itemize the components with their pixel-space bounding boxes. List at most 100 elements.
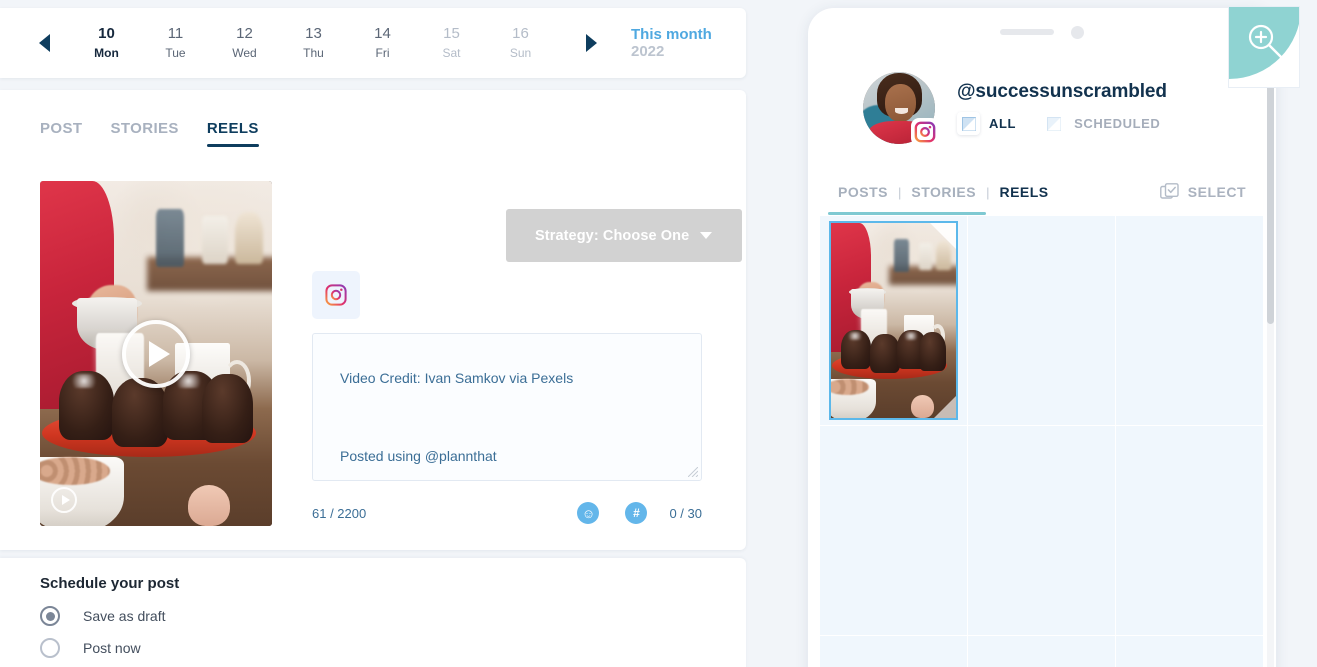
hashtag-icon[interactable]: # [625,502,648,524]
next-week-button[interactable] [577,23,605,63]
grid-tabs: POSTS | STORIES | REELS SELECT [808,168,1276,216]
radio-icon-checked [40,606,60,626]
emoji-smile-icon[interactable]: ☺ [577,502,600,524]
editor-tabs: POST STORIES REELS [40,120,287,147]
phone-scrollbar[interactable] [1267,62,1274,667]
video-preview[interactable] [40,181,272,526]
grid-square-icon [957,112,980,135]
hashtag-counter: 0 / 30 [669,505,702,521]
feed-filter-label: ALL [989,116,1017,131]
day-number: 11 [167,25,184,42]
grid-cell [968,426,1116,636]
select-button[interactable]: SELECT [1159,182,1246,202]
feed-filter-label: SCHEDULED [1074,116,1161,131]
select-checkbox-icon [1159,182,1179,199]
strategy-label: Strategy: Choose One [535,227,690,244]
prev-week-button[interactable] [30,23,58,63]
grid-thumbnail[interactable] [829,221,958,420]
day-list: 10 Mon 11 Tue 12 Wed 13 Thu 14 Fri 15 Sat 16 Sun [72,24,555,62]
tab-reels[interactable]: REELS [206,120,259,147]
triangle-left-icon [38,34,50,52]
grid-tab-separator: | [897,184,902,200]
phone-speaker-icon [1000,29,1054,35]
instagram-platform-chip[interactable] [312,271,360,319]
this-month-button[interactable]: This month 2022 [631,26,746,60]
feed-filter-all[interactable]: ALL [957,112,1016,135]
grid-cell [1116,636,1264,667]
dog-ear-corner-icon [934,396,956,418]
day-cell-thu[interactable]: 13 Thu [279,24,348,62]
tab-stories[interactable]: STORIES [110,120,178,147]
grid-cell [820,426,968,636]
grid-cell [968,636,1116,667]
year-label: 2022 [631,43,665,60]
schedule-title: Schedule your post [40,575,180,592]
grid-tab-stories[interactable]: STORIES [911,184,976,200]
radio-icon-unchecked [40,638,60,658]
dog-ear-corner-icon [930,223,956,249]
character-counter: 61 / 2200 [312,505,367,521]
day-name: Sun [509,46,532,60]
day-cell-wed[interactable]: 12 Wed [210,24,279,62]
phone-notch [808,8,1276,56]
day-number: 13 [305,25,322,42]
grid-cell[interactable] [820,216,968,426]
play-icon-small[interactable] [51,487,77,513]
play-icon[interactable] [122,319,190,388]
magnifier-plus-icon [1248,24,1283,59]
grid-tab-reels[interactable]: REELS [999,184,1048,200]
day-number: 10 [98,25,115,42]
schedule-option-post-now[interactable]: Post now [40,638,141,658]
caption-toolbar: 61 / 2200 ☺ # 0 / 30 [312,502,702,524]
day-number: 12 [236,25,253,42]
tab-post[interactable]: POST [40,120,82,147]
day-name: Mon [94,46,119,60]
day-name: Wed [232,46,257,60]
day-number: 16 [512,25,529,42]
avatar[interactable] [863,72,939,146]
grid-square-icon [1042,112,1065,135]
instagram-icon [914,121,936,143]
day-name: Thu [303,46,324,60]
instagram-icon [325,284,347,306]
day-number: 14 [374,25,391,42]
post-editor-card: POST STORIES REELS Strategy: Choose One [0,90,746,550]
schedule-option-label: Post now [83,640,141,656]
day-cell-mon[interactable]: 10 Mon [72,24,141,62]
grid-cell [968,216,1116,426]
zoom-in-button[interactable] [1228,6,1300,88]
day-cell-sat[interactable]: 15 Sat [417,24,486,62]
date-strip: 10 Mon 11 Tue 12 Wed 13 Thu 14 Fri 15 Sat 16 Sun This… [0,8,746,78]
profile-meta: @successunscrambled ALL SCHEDULED [957,81,1167,135]
triangle-right-icon [585,34,597,52]
caption-value: Video Credit: Ivan Samkov via Pexels Pos… [340,370,574,464]
day-name: Fri [375,46,390,60]
grid-cell [820,636,968,667]
this-month-label: This month [631,26,712,43]
strategy-dropdown[interactable]: Strategy: Choose One [506,209,742,262]
feed-grid [820,216,1264,667]
day-name: Tue [165,46,186,60]
app-root: 10 Mon 11 Tue 12 Wed 13 Thu 14 Fri 15 Sat 16 Sun This… [0,0,1317,667]
phone-scrollbar-thumb[interactable] [1267,62,1274,324]
day-cell-tue[interactable]: 11 Tue [141,24,210,62]
resize-grip-icon[interactable] [688,467,698,477]
caption-input[interactable]: Video Credit: Ivan Samkov via Pexels Pos… [312,333,702,481]
select-button-label: SELECT [1187,184,1246,200]
instagram-badge [911,118,939,146]
grid-cell [1116,216,1264,426]
schedule-option-label: Save as draft [83,608,166,624]
grid-tabs-underline [828,212,986,215]
grid-tab-posts[interactable]: POSTS [838,184,888,200]
schedule-option-save-as-draft[interactable]: Save as draft [40,606,166,626]
day-number: 15 [443,25,460,42]
schedule-card: Schedule your post Save as draft Post no… [0,558,746,667]
phone-preview-panel: @successunscrambled ALL SCHEDULED POSTS | S… [808,8,1276,667]
day-name: Sat [442,46,461,60]
feed-filter-row: ALL SCHEDULED [957,112,1167,135]
day-cell-fri[interactable]: 14 Fri [348,24,417,62]
profile-handle: @successunscrambled [957,81,1167,102]
day-cell-sun[interactable]: 16 Sun [486,24,555,62]
grid-thumbnail-image [831,223,956,418]
feed-filter-scheduled[interactable]: SCHEDULED [1042,112,1160,135]
